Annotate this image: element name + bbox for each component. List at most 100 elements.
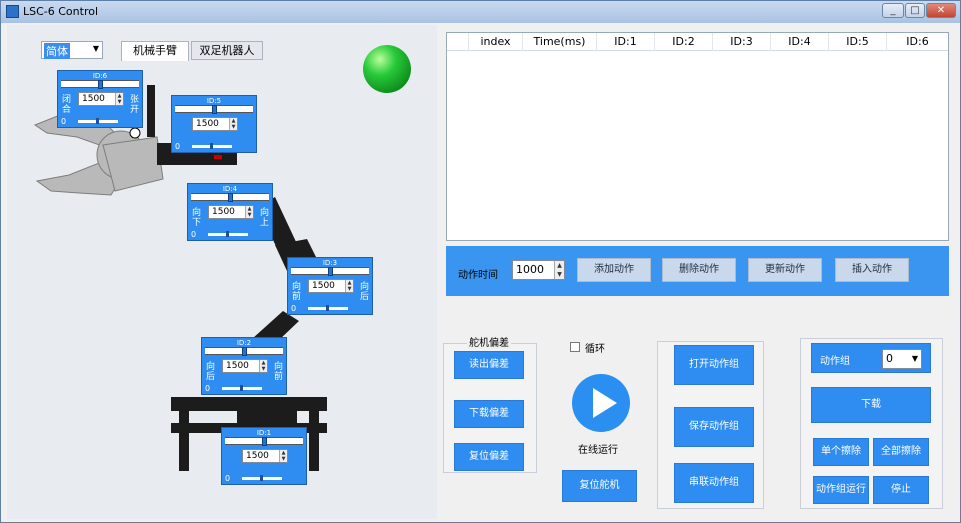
servo-4-left-label: 向下 <box>192 208 202 228</box>
servo-6-value: 1500 <box>82 94 105 104</box>
servo-1-value-input[interactable]: 1500 ▲ ▼ <box>242 449 288 463</box>
reset-offset-button[interactable]: 复位偏差 <box>454 443 524 471</box>
reset-servo-button[interactable]: 复位舵机 <box>562 470 637 502</box>
servo-3-slider-thumb[interactable] <box>328 267 334 276</box>
offset-group-title: 舵机偏差 <box>467 334 511 349</box>
servo-2-slider-thumb[interactable] <box>242 347 248 356</box>
client-area: 简体 ▼ 机械手臂 双足机器人 ID:6 闭合 1500 ▲ ▼ 张开 0 ID… <box>7 25 956 519</box>
spinner-icon[interactable]: ▲ ▼ <box>229 118 237 130</box>
read-offset-button[interactable]: 读出偏差 <box>454 351 524 379</box>
col-id2[interactable]: ID:2 <box>655 33 713 51</box>
action-time-value: 1000 <box>516 263 544 276</box>
window-title: LSC-6 Control <box>23 5 99 18</box>
servo-5-slider-thumb[interactable] <box>212 105 218 114</box>
run-action-group-button[interactable]: 动作组运行 <box>813 476 869 504</box>
title-bar: LSC-6 Control _ □ ✕ <box>1 1 960 23</box>
row-header-corner <box>447 33 469 51</box>
col-time[interactable]: Time(ms) <box>523 33 597 51</box>
download-button[interactable]: 下载 <box>811 387 931 423</box>
servo-1-zero: 0 <box>225 474 231 483</box>
servo-1-slider[interactable] <box>225 437 303 446</box>
erase-all-button[interactable]: 全部擦除 <box>873 438 929 466</box>
servo-5-fine-thumb[interactable] <box>210 143 213 149</box>
col-id4[interactable]: ID:4 <box>771 33 829 51</box>
minimize-button[interactable]: _ <box>882 3 904 18</box>
servo-3-control: ID:3 向前 1500 ▲ ▼ 向后 0 <box>287 257 373 315</box>
servo-3-left-label: 向前 <box>292 282 302 302</box>
servo-6-control: ID:6 闭合 1500 ▲ ▼ 张开 0 <box>57 70 143 128</box>
spinner-icon[interactable]: ▲ ▼ <box>279 450 287 462</box>
spinner-icon[interactable]: ▲ ▼ <box>245 206 253 218</box>
servo-4-slider-thumb[interactable] <box>228 193 234 202</box>
open-action-group-button[interactable]: 打开动作组 <box>674 345 754 385</box>
servo-5-value: 1500 <box>196 119 219 129</box>
action-time-label: 动作时间 <box>458 270 498 281</box>
action-group-label: 动作组 <box>820 356 850 367</box>
update-action-button[interactable]: 更新动作 <box>748 258 822 282</box>
stop-button[interactable]: 停止 <box>873 476 929 504</box>
main-window: LSC-6 Control _ □ ✕ 简体 ▼ 机械手臂 双足机器人 ID:6… <box>0 0 961 523</box>
servo-5-value-input[interactable]: 1500 ▲ ▼ <box>192 117 238 131</box>
servo-2-fine-thumb[interactable] <box>240 385 243 391</box>
online-run-label: 在线运行 <box>578 445 618 456</box>
servo-3-fine-thumb[interactable] <box>326 305 329 311</box>
loop-checkbox[interactable] <box>570 342 580 352</box>
servo-5-control: ID:5 1500 ▲ ▼ 0 <box>171 95 257 153</box>
save-action-group-button[interactable]: 保存动作组 <box>674 407 754 447</box>
col-id6[interactable]: ID:6 <box>887 33 948 51</box>
servo-5-slider[interactable] <box>175 105 253 114</box>
table-header: index Time(ms) ID:1 ID:2 ID:3 ID:4 ID:5 … <box>447 33 948 51</box>
download-offset-button[interactable]: 下载偏差 <box>454 400 524 428</box>
servo-3-zero: 0 <box>291 304 297 313</box>
action-toolbar: 动作时间 1000 ▲ ▼ 添加动作 删除动作 更新动作 插入动作 <box>446 246 949 296</box>
action-table[interactable]: index Time(ms) ID:1 ID:2 ID:3 ID:4 ID:5 … <box>446 32 949 241</box>
spinner-icon[interactable]: ▲ ▼ <box>115 93 123 105</box>
servo-2-value-input[interactable]: 1500 ▲ ▼ <box>222 359 268 373</box>
action-group-value: 0 <box>886 352 893 365</box>
servo-2-right-label: 向前 <box>274 362 284 382</box>
servo-3-right-label: 向后 <box>360 282 370 302</box>
servo-4-fine-thumb[interactable] <box>226 231 229 237</box>
col-id1[interactable]: ID:1 <box>597 33 655 51</box>
col-id3[interactable]: ID:3 <box>713 33 771 51</box>
servo-6-left-label: 闭合 <box>62 95 72 115</box>
col-id5[interactable]: ID:5 <box>829 33 887 51</box>
servo-2-control: ID:2 向后 1500 ▲ ▼ 向前 0 <box>201 337 287 395</box>
servo-5-zero: 0 <box>175 142 181 151</box>
servo-6-slider-thumb[interactable] <box>98 80 104 89</box>
online-run-play-button[interactable] <box>572 374 630 432</box>
servo-4-value-input[interactable]: 1500 ▲ ▼ <box>208 205 254 219</box>
col-index[interactable]: index <box>469 33 523 51</box>
spinner-icon[interactable]: ▲ ▼ <box>554 261 564 279</box>
spinner-icon[interactable]: ▲ ▼ <box>345 280 353 292</box>
add-action-button[interactable]: 添加动作 <box>577 258 651 282</box>
delete-action-button[interactable]: 删除动作 <box>662 258 736 282</box>
chevron-down-icon: ▼ <box>911 354 918 363</box>
servo-1-value: 1500 <box>246 451 269 461</box>
servo-3-value-input[interactable]: 1500 ▲ ▼ <box>308 279 354 293</box>
servo-4-value: 1500 <box>212 207 235 217</box>
servo-6-fine-thumb[interactable] <box>96 118 99 124</box>
servo-3-slider[interactable] <box>291 267 369 276</box>
servo-6-value-input[interactable]: 1500 ▲ ▼ <box>78 92 124 106</box>
servo-4-slider[interactable] <box>191 193 269 202</box>
app-icon <box>6 5 19 18</box>
action-group-select[interactable]: 0 ▼ <box>882 349 922 369</box>
close-button[interactable]: ✕ <box>926 3 956 18</box>
servo-1-control: ID:1 1500 ▲ ▼ 0 <box>221 427 307 485</box>
servo-2-left-label: 向后 <box>206 362 216 382</box>
chain-action-group-button[interactable]: 串联动作组 <box>674 463 754 503</box>
servo-6-zero: 0 <box>61 117 67 126</box>
action-time-input[interactable]: 1000 ▲ ▼ <box>512 260 565 280</box>
maximize-button[interactable]: □ <box>905 3 925 18</box>
loop-label: 循环 <box>585 344 605 355</box>
servo-2-slider[interactable] <box>205 347 283 356</box>
insert-action-button[interactable]: 插入动作 <box>835 258 909 282</box>
servo-1-slider-thumb[interactable] <box>262 437 268 446</box>
servo-4-right-label: 向上 <box>260 208 270 228</box>
spinner-icon[interactable]: ▲ ▼ <box>259 360 267 372</box>
servo-6-slider[interactable] <box>61 80 139 89</box>
servo-1-fine-thumb[interactable] <box>260 475 263 481</box>
erase-single-button[interactable]: 单个擦除 <box>813 438 869 466</box>
servo-2-value: 1500 <box>226 361 249 371</box>
